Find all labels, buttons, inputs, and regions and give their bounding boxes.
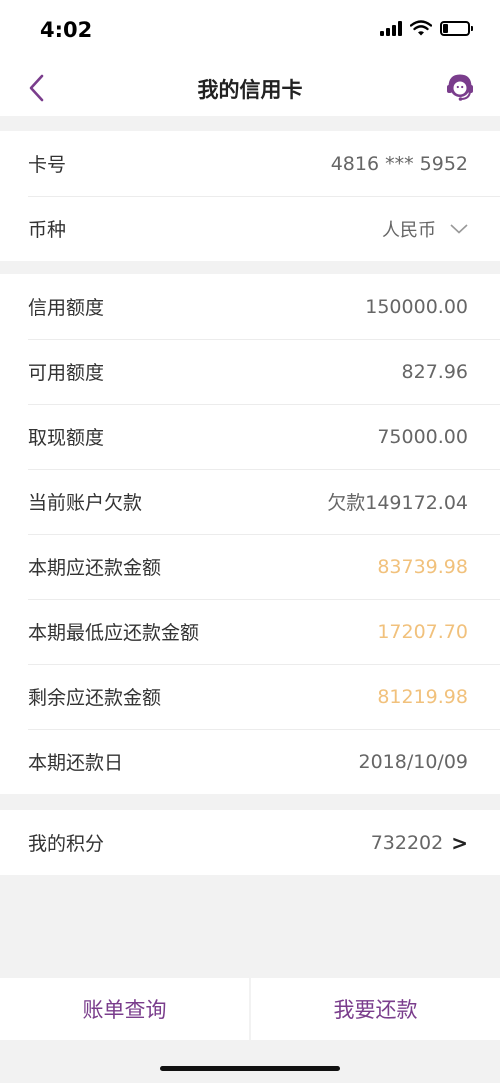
points-label: 我的积分 — [28, 833, 105, 855]
nav-bar: 我的信用卡 — [0, 60, 500, 116]
points-value: 732202 — [370, 831, 444, 854]
minimum-payment-value: 17207.70 — [377, 620, 468, 643]
currency-select[interactable]: 人民币 — [382, 216, 468, 242]
status-time: 4:02 — [40, 18, 93, 42]
current-debt-value: 欠款149172.04 — [327, 492, 468, 514]
points-row[interactable]: 我的积分 732202 > — [0, 810, 500, 875]
customer-service-icon[interactable] — [444, 72, 476, 104]
credit-limit-label: 信用额度 — [28, 297, 105, 319]
statement-amount-label: 本期应还款金额 — [28, 557, 162, 579]
home-indicator[interactable] — [160, 1066, 340, 1071]
currency-label: 币种 — [28, 219, 67, 241]
due-date-value: 2018/10/09 — [358, 750, 468, 773]
current-debt-label: 当前账户欠款 — [28, 492, 143, 514]
bottom-action-bar: 账单查询 我要还款 — [0, 978, 500, 1083]
page-title: 我的信用卡 — [197, 78, 303, 102]
credit-details-section: 信用额度 150000.00 可用额度 827.96 取现额度 75000.00… — [0, 274, 500, 794]
currency-row[interactable]: 币种 人民币 — [0, 196, 500, 261]
bill-query-button[interactable]: 账单查询 — [0, 978, 249, 1040]
detail-row-minimum-payment: 本期最低应还款金额 17207.70 — [0, 599, 500, 664]
detail-row-current-debt: 当前账户欠款 欠款149172.04 — [0, 469, 500, 534]
detail-row-cash-limit: 取现额度 75000.00 — [0, 404, 500, 469]
points-section: 我的积分 732202 > — [0, 810, 500, 875]
detail-row-credit-limit: 信用额度 150000.00 — [0, 274, 500, 339]
detail-row-statement-amount: 本期应还款金额 83739.98 — [0, 534, 500, 599]
statement-amount-value: 83739.98 — [377, 555, 468, 578]
wifi-icon — [410, 20, 432, 36]
chevron-down-icon — [450, 223, 468, 234]
remaining-amount-label: 剩余应还款金额 — [28, 687, 162, 709]
screen: 4:02 我的信用卡 卡号 4816 *** 5952 币种 人民币 信用额度 … — [0, 0, 500, 1083]
battery-icon — [440, 20, 473, 36]
credit-limit-value: 150000.00 — [365, 295, 468, 318]
currency-value: 人民币 — [382, 219, 436, 241]
status-bar: 4:02 — [0, 0, 500, 60]
repay-button[interactable]: 我要还款 — [251, 978, 500, 1040]
remaining-amount-value: 81219.98 — [377, 685, 468, 708]
card-number-row: 卡号 4816 *** 5952 — [0, 131, 500, 196]
status-icons — [380, 20, 473, 36]
cash-limit-value: 75000.00 — [377, 425, 468, 448]
chevron-right-icon: > — [451, 830, 468, 855]
available-limit-value: 827.96 — [401, 360, 468, 383]
minimum-payment-label: 本期最低应还款金额 — [28, 622, 200, 644]
available-limit-label: 可用额度 — [28, 362, 105, 384]
cash-limit-label: 取现额度 — [28, 427, 105, 449]
detail-row-remaining-amount: 剩余应还款金额 81219.98 — [0, 664, 500, 729]
card-info-section: 卡号 4816 *** 5952 币种 人民币 — [0, 131, 500, 261]
detail-row-due-date: 本期还款日 2018/10/09 — [0, 729, 500, 794]
points-link[interactable]: 732202 > — [371, 831, 468, 855]
cellular-signal-icon — [380, 20, 402, 36]
card-number-label: 卡号 — [28, 154, 67, 176]
detail-row-available-limit: 可用额度 827.96 — [0, 339, 500, 404]
due-date-label: 本期还款日 — [28, 752, 124, 774]
card-number-value: 4816 *** 5952 — [330, 152, 468, 175]
